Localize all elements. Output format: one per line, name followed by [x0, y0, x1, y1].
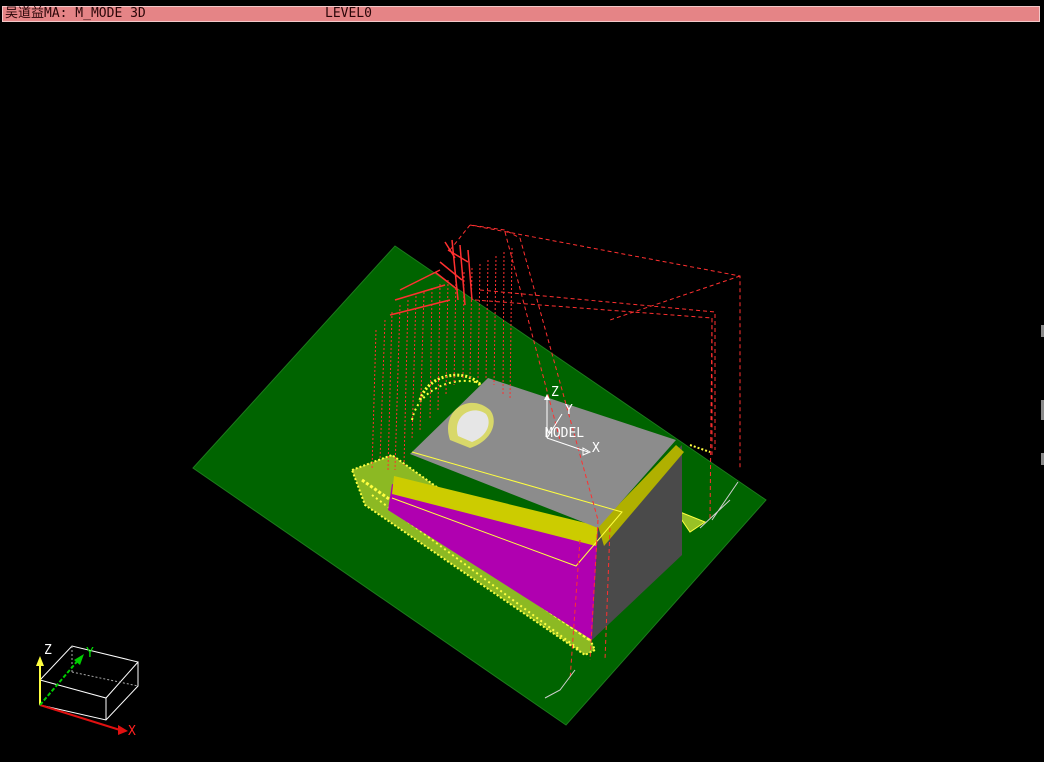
view-cube-y-label: Y — [86, 646, 94, 661]
graphics-viewport[interactable]: Z Y MODEL X Z Y X — [0, 24, 1044, 758]
window-title: 吴道益MA: M_MODE 3D — [5, 6, 146, 21]
model-triad-z-label: Z — [551, 385, 559, 400]
view-cube-z-label: Z — [44, 643, 52, 658]
title-bar: 吴道益MA: M_MODE 3D LEVEL0 — [2, 6, 1040, 22]
model-triad-y-label: Y — [565, 403, 573, 418]
level-indicator: LEVEL0 — [325, 6, 372, 21]
view-cube-x-label: X — [128, 724, 136, 739]
model-triad-x-label: X — [592, 441, 600, 456]
view-cube[interactable]: Z Y X — [36, 643, 139, 739]
model-triad-caption: MODEL — [545, 426, 584, 441]
